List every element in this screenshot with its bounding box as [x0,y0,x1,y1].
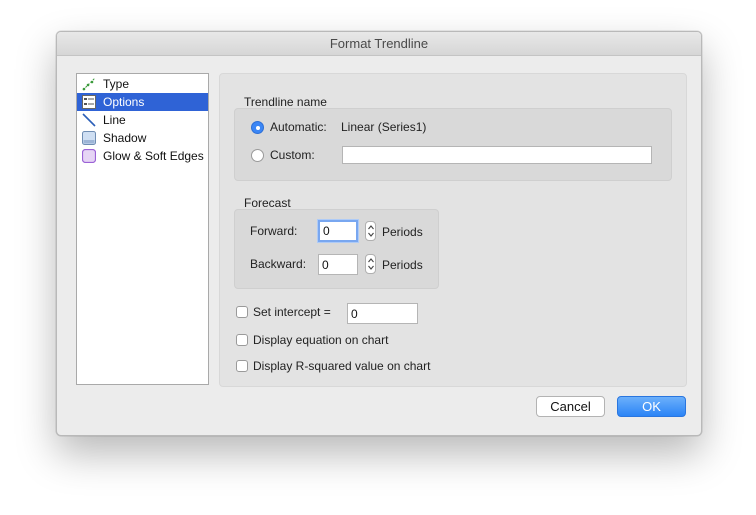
forward-label: Forward: [250,224,298,238]
backward-unit: Periods [382,258,423,272]
sidebar-item-label: Type [103,77,130,91]
stepper-arrows-icon [368,225,374,237]
display-r-squared-label: Display R-squared value on chart [253,359,431,373]
set-intercept-checkbox[interactable] [236,306,248,318]
ok-button[interactable]: OK [617,396,686,417]
forward-unit: Periods [382,225,423,239]
display-equation-checkbox[interactable] [236,334,248,346]
line-icon [82,113,96,127]
forecast-heading: Forecast [244,196,291,210]
automatic-radio[interactable] [251,121,264,134]
custom-radio[interactable] [251,149,264,162]
trendline-name-group: Automatic: Linear (Series1) Custom: [234,108,672,181]
backward-input[interactable] [318,254,358,275]
display-r-squared-checkbox[interactable] [236,360,248,372]
sidebar-item-type[interactable]: Type [77,75,208,93]
sidebar-item-label: Line [103,113,126,127]
options-pane: Trendline name Automatic: Linear (Series… [219,73,687,387]
display-equation-label: Display equation on chart [253,333,389,347]
options-icon [82,95,96,109]
sidebar-item-label: Shadow [103,131,147,145]
forecast-group: Forward: Periods Backward: Periods [234,209,439,289]
shadow-icon [82,131,96,145]
intercept-input[interactable] [347,303,418,324]
cancel-button[interactable]: Cancel [536,396,605,417]
custom-label: Custom: [270,148,315,162]
trendline-name-heading: Trendline name [244,95,327,109]
stepper-arrows-icon [368,258,374,270]
sidebar-item-line[interactable]: Line [77,111,208,129]
sidebar-item-label: Options [103,95,145,109]
sidebar-item-label: Glow & Soft Edges [103,149,204,163]
forward-input[interactable] [318,220,358,242]
automatic-value: Linear (Series1) [341,120,427,134]
glow-icon [81,148,97,164]
trendline-type-icon [82,77,96,91]
automatic-label: Automatic: [270,120,327,134]
backward-stepper[interactable] [365,254,376,274]
window-title: Format Trendline [57,32,701,56]
forward-stepper[interactable] [365,221,376,241]
custom-name-input[interactable] [342,146,652,164]
backward-label: Backward: [250,257,307,271]
sidebar-item-glow[interactable]: Glow & Soft Edges [77,147,208,165]
sidebar-item-shadow[interactable]: Shadow [77,129,208,147]
format-trendline-dialog: Format Trendline Type Options Line Shado… [56,31,702,436]
set-intercept-label: Set intercept = [253,305,331,319]
sidebar-item-options[interactable]: Options [77,93,208,111]
sidebar: Type Options Line Shadow Glow & Soft Edg… [76,73,209,385]
